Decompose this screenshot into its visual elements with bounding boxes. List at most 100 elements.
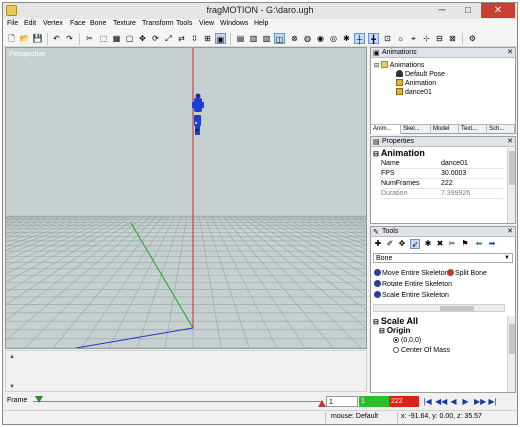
rewind-icon[interactable]: ◀◀ <box>435 396 447 407</box>
texture-icon[interactable]: ◎ <box>328 33 339 44</box>
close-button[interactable]: ✕ <box>481 3 515 18</box>
menu-texture[interactable]: Texture <box>113 20 136 27</box>
open-folder-icon[interactable]: 📂 <box>19 33 30 44</box>
label-icon[interactable]: ⊟ <box>434 33 445 44</box>
menu-windows[interactable]: Windows <box>220 20 248 27</box>
wireframe-icon[interactable]: ◍ <box>302 33 313 44</box>
move-icon[interactable]: ✥ <box>137 33 148 44</box>
tools-scrollbar[interactable] <box>507 316 515 392</box>
menu-tools[interactable]: Tools <box>176 20 192 27</box>
axis-icon[interactable]: ⊹ <box>421 33 432 44</box>
property-fps[interactable]: FPS 30.0003 <box>381 170 503 179</box>
arrow-left-icon[interactable]: ⬅ <box>474 239 484 249</box>
perspective-viewport[interactable]: Perspective <box>5 47 367 349</box>
grid-icon[interactable]: ╋ <box>368 33 379 44</box>
radio-unselected[interactable] <box>393 347 399 353</box>
move-entire-skeleton-button[interactable]: Move Entire Skeleton <box>374 269 449 277</box>
select-icon[interactable]: ⬚ <box>98 33 109 44</box>
normals-icon[interactable]: ⌖ <box>408 33 419 44</box>
property-duration[interactable]: Duration 7.399926 <box>381 190 503 199</box>
ruler-icon[interactable]: ⊠ <box>447 33 458 44</box>
radio-selected[interactable] <box>393 337 399 343</box>
light-icon[interactable]: ☼ <box>395 33 406 44</box>
start-frame-field[interactable]: 1 <box>359 396 389 407</box>
property-numframes[interactable]: NumFrames 222 <box>381 180 503 189</box>
properties-scrollbar[interactable] <box>507 148 515 223</box>
bone-delete-icon[interactable]: ✖ <box>435 239 445 249</box>
scroll-down-icon[interactable]: ▼ <box>8 383 16 391</box>
bones-icon[interactable]: ✱ <box>341 33 352 44</box>
start-marker-icon[interactable] <box>35 396 43 403</box>
origin-option-center-of-mass[interactable]: Center Of Mass <box>393 347 450 354</box>
bone-weight-icon[interactable]: ⚑ <box>460 239 470 249</box>
tool-mode-select[interactable]: Bone ▼ <box>373 253 513 263</box>
scroll-up-icon[interactable]: ▲ <box>8 353 16 361</box>
scroll-thumb[interactable] <box>440 306 474 311</box>
record-icon[interactable]: ⊗ <box>289 33 300 44</box>
close-icon[interactable]: ✕ <box>507 227 513 237</box>
menu-face[interactable]: Face <box>70 20 86 27</box>
lock-icon[interactable]: ▣ <box>215 33 226 44</box>
origin-option-zero[interactable]: (0,0,0) <box>393 337 421 344</box>
end-marker-icon[interactable] <box>318 400 326 407</box>
first-frame-icon[interactable]: |◀ <box>423 396 432 407</box>
end-frame-field[interactable]: 222 <box>389 396 419 407</box>
maximize-button[interactable]: □ <box>455 3 481 18</box>
close-icon[interactable]: ✕ <box>507 48 513 58</box>
bone-rotate-icon[interactable]: ✱ <box>423 239 433 249</box>
cut-icon[interactable]: ✂ <box>84 33 95 44</box>
skeleton-icon[interactable]: ┼ <box>354 33 365 44</box>
mirror-icon[interactable]: ⇄ <box>176 33 187 44</box>
view-front-icon[interactable]: ▤ <box>235 33 246 44</box>
tab-schedule[interactable]: Sch... <box>487 125 515 134</box>
align-icon[interactable]: ⊞ <box>202 33 213 44</box>
split-bone-button[interactable]: Split Bone <box>447 269 487 277</box>
current-frame-field[interactable]: 1 <box>326 396 358 407</box>
scroll-thumb[interactable] <box>509 324 515 354</box>
scale-entire-skeleton-button[interactable]: Scale Entire Skeleton <box>374 291 449 299</box>
rotate-entire-skeleton-button[interactable]: Rotate Entire Skeleton <box>374 280 452 288</box>
tree-item-dance01[interactable]: dance01 <box>396 88 432 96</box>
bone-link-icon[interactable]: ✂ <box>447 239 457 249</box>
bone-select-icon[interactable]: ➶ <box>410 239 420 249</box>
property-name[interactable]: Name dance01 <box>381 160 503 169</box>
tab-skeleton[interactable]: Skel... <box>401 125 431 134</box>
view-side-icon[interactable]: ▥ <box>248 33 259 44</box>
close-icon[interactable]: ✕ <box>507 137 513 147</box>
view-perspective-icon[interactable]: ◫ <box>274 33 285 44</box>
minimize-button[interactable]: ─ <box>429 3 455 18</box>
new-file-icon[interactable]: 🗋 <box>6 33 17 44</box>
redo-icon[interactable]: ↷ <box>64 33 75 44</box>
options-icon[interactable]: ⚙ <box>467 33 478 44</box>
tab-animations[interactable]: Anim... <box>371 125 401 134</box>
menu-help[interactable]: Help <box>254 20 268 27</box>
menu-vertex[interactable]: Vertex <box>43 20 63 27</box>
view-top-icon[interactable]: ▧ <box>261 33 272 44</box>
prev-frame-icon[interactable]: ◀ <box>449 396 458 407</box>
transform-icon[interactable]: ⇳ <box>189 33 200 44</box>
tab-texture[interactable]: Text... <box>459 125 487 134</box>
menu-file[interactable]: File <box>7 20 18 27</box>
timeline-slider[interactable] <box>33 396 326 407</box>
bone-move-icon[interactable]: ✥ <box>397 239 407 249</box>
rotate-icon[interactable]: ⟳ <box>150 33 161 44</box>
menu-bone[interactable]: Bone <box>90 20 106 27</box>
bone-edit-icon[interactable]: ✐ <box>385 239 395 249</box>
select-all-icon[interactable]: ▦ <box>111 33 122 44</box>
save-icon[interactable]: 💾 <box>32 33 43 44</box>
fast-forward-icon[interactable]: ▶▶ <box>474 396 486 407</box>
scale-icon[interactable]: ⤢ <box>163 33 174 44</box>
tree-item-animation[interactable]: Animation <box>396 79 436 87</box>
bone-add-icon[interactable]: ✚ <box>373 239 383 249</box>
play-icon[interactable]: ▶ <box>461 396 470 407</box>
menu-edit[interactable]: Edit <box>24 20 36 27</box>
menu-transform[interactable]: Transform <box>142 20 174 27</box>
tree-item-default-pose[interactable]: Default Pose <box>396 70 445 78</box>
arrow-right-icon[interactable]: ➡ <box>487 239 497 249</box>
camera-icon[interactable]: ⊡ <box>382 33 393 44</box>
solid-icon[interactable]: ◉ <box>315 33 326 44</box>
menu-view[interactable]: View <box>199 20 214 27</box>
tree-item-animations[interactable]: ⊟ Animations <box>374 61 424 69</box>
undo-icon[interactable]: ↶ <box>51 33 62 44</box>
tab-model[interactable]: Model <box>431 125 459 134</box>
